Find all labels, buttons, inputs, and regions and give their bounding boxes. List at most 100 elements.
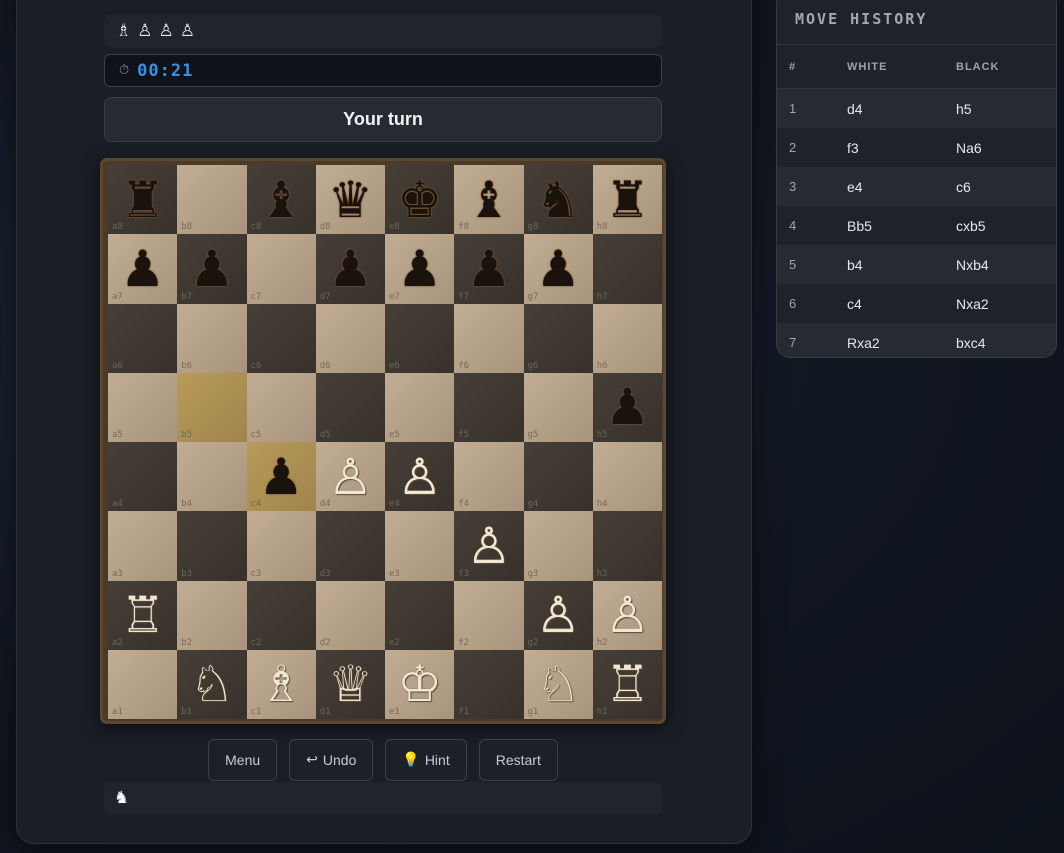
- black-pawn-piece[interactable]: ♟: [120, 244, 165, 294]
- white-pawn-piece[interactable]: ♙: [605, 590, 650, 640]
- square-coordinate: d1: [319, 707, 331, 717]
- white-pawn-piece[interactable]: ♙: [397, 452, 442, 502]
- square-d3[interactable]: d3: [315, 511, 385, 581]
- square-d2[interactable]: d2: [315, 580, 385, 650]
- square-a4[interactable]: a4: [108, 442, 178, 512]
- black-pawn-piece[interactable]: ♟: [328, 244, 373, 294]
- square-h5[interactable]: ♟ h5: [592, 372, 662, 442]
- square-b8[interactable]: b8: [177, 165, 247, 235]
- square-a8[interactable]: ♜ a8: [108, 165, 178, 235]
- black-pawn-piece[interactable]: ♟: [189, 244, 234, 294]
- square-g1[interactable]: ♘ g1: [523, 649, 593, 719]
- black-rook-piece[interactable]: ♜: [120, 175, 165, 225]
- square-b6[interactable]: b6: [177, 303, 247, 373]
- black-pawn-piece[interactable]: ♟: [397, 244, 442, 294]
- white-bishop-piece[interactable]: ♗: [259, 659, 304, 709]
- square-e4[interactable]: ♙ e4: [385, 442, 455, 512]
- square-c7[interactable]: c7: [246, 234, 316, 304]
- white-rook-piece[interactable]: ♖: [605, 659, 650, 709]
- square-f6[interactable]: f6: [454, 303, 524, 373]
- square-g2[interactable]: ♙ g2: [523, 580, 593, 650]
- white-queen-piece[interactable]: ♕: [328, 659, 373, 709]
- square-h1[interactable]: ♖ h1: [592, 649, 662, 719]
- black-queen-piece[interactable]: ♛: [328, 175, 373, 225]
- square-d7[interactable]: ♟ d7: [315, 234, 385, 304]
- square-coordinate: e5: [389, 430, 400, 440]
- square-g6[interactable]: g6: [523, 303, 593, 373]
- hint-button[interactable]: 💡 Hint: [385, 739, 467, 781]
- white-pawn-piece[interactable]: ♙: [466, 521, 511, 571]
- square-g4[interactable]: g4: [523, 442, 593, 512]
- square-f2[interactable]: f2: [454, 580, 524, 650]
- white-pawn-piece[interactable]: ♙: [328, 452, 373, 502]
- square-f1[interactable]: f1: [454, 649, 524, 719]
- black-rook-piece[interactable]: ♜: [605, 175, 650, 225]
- black-knight-piece[interactable]: ♞: [536, 175, 581, 225]
- square-e6[interactable]: e6: [385, 303, 455, 373]
- square-d8[interactable]: ♛ d8: [315, 165, 385, 235]
- square-f7[interactable]: ♟ f7: [454, 234, 524, 304]
- square-c8[interactable]: ♝ c8: [246, 165, 316, 235]
- white-king-piece[interactable]: ♔: [397, 659, 442, 709]
- square-c5[interactable]: c5: [246, 372, 316, 442]
- square-e8[interactable]: ♚ e8: [385, 165, 455, 235]
- square-a3[interactable]: a3: [108, 511, 178, 581]
- square-g3[interactable]: g3: [523, 511, 593, 581]
- square-f8[interactable]: ♝ f8: [454, 165, 524, 235]
- black-pawn-piece[interactable]: ♟: [536, 244, 581, 294]
- square-h3[interactable]: h3: [592, 511, 662, 581]
- square-coordinate: c2: [250, 637, 262, 648]
- menu-button[interactable]: Menu: [208, 739, 278, 781]
- square-h8[interactable]: ♜ h8: [592, 165, 662, 235]
- square-g7[interactable]: ♟ g7: [523, 234, 593, 304]
- square-h6[interactable]: h6: [592, 303, 662, 373]
- square-b5[interactable]: b5: [177, 372, 247, 442]
- square-e3[interactable]: e3: [385, 511, 455, 581]
- square-g8[interactable]: ♞ g8: [523, 165, 593, 235]
- square-c6[interactable]: c6: [246, 303, 316, 373]
- chessboard[interactable]: ♜ a8 b8 ♝ c8 ♛ d8 ♚ e8 ♝ f8 ♞ g8 ♜ h8 ♟ a7 ♟ b7 c7 ♟ d7 ♟ e7 ♟ f7…: [108, 165, 662, 719]
- square-e7[interactable]: ♟ e7: [385, 234, 455, 304]
- square-c1[interactable]: ♗ c1: [246, 649, 316, 719]
- white-knight-piece[interactable]: ♘: [189, 659, 234, 709]
- white-rook-piece[interactable]: ♖: [120, 590, 165, 640]
- square-d6[interactable]: d6: [315, 303, 385, 373]
- restart-button[interactable]: Restart: [478, 739, 558, 781]
- black-bishop-piece[interactable]: ♝: [466, 175, 511, 225]
- black-bishop-piece[interactable]: ♝: [259, 175, 304, 225]
- square-c2[interactable]: c2: [246, 580, 316, 650]
- square-a1[interactable]: a1: [108, 649, 178, 719]
- square-g5[interactable]: g5: [523, 372, 593, 442]
- square-a7[interactable]: ♟ a7: [108, 234, 178, 304]
- white-knight-piece[interactable]: ♘: [536, 659, 581, 709]
- square-a5[interactable]: a5: [108, 372, 178, 442]
- square-b2[interactable]: b2: [177, 580, 247, 650]
- black-pawn-piece[interactable]: ♟: [259, 452, 304, 502]
- square-a2[interactable]: ♖ a2: [108, 580, 178, 650]
- square-d5[interactable]: d5: [315, 372, 385, 442]
- square-b3[interactable]: b3: [177, 511, 247, 581]
- square-f4[interactable]: f4: [454, 442, 524, 512]
- square-d1[interactable]: ♕ d1: [315, 649, 385, 719]
- white-pawn-piece[interactable]: ♙: [536, 590, 581, 640]
- black-king-piece[interactable]: ♚: [397, 175, 442, 225]
- square-b4[interactable]: b4: [177, 442, 247, 512]
- square-d4[interactable]: ♙ d4: [315, 442, 385, 512]
- undo-button[interactable]: ↩ Undo: [289, 739, 374, 781]
- square-h7[interactable]: h7: [592, 234, 662, 304]
- square-b7[interactable]: ♟ b7: [177, 234, 247, 304]
- square-b1[interactable]: ♘ b1: [177, 649, 247, 719]
- square-c3[interactable]: c3: [246, 511, 316, 581]
- square-e1[interactable]: ♔ e1: [385, 649, 455, 719]
- square-a6[interactable]: a6: [108, 303, 178, 373]
- square-e2[interactable]: e2: [385, 580, 455, 650]
- square-coordinate: g7: [527, 291, 539, 302]
- square-e5[interactable]: e5: [385, 372, 455, 442]
- black-pawn-piece[interactable]: ♟: [605, 382, 650, 432]
- square-f3[interactable]: ♙ f3: [454, 511, 524, 581]
- square-h4[interactable]: h4: [592, 442, 662, 512]
- black-pawn-piece[interactable]: ♟: [466, 244, 511, 294]
- square-f5[interactable]: f5: [454, 372, 524, 442]
- square-h2[interactable]: ♙ h2: [592, 580, 662, 650]
- square-c4[interactable]: ♟ c4: [246, 442, 316, 512]
